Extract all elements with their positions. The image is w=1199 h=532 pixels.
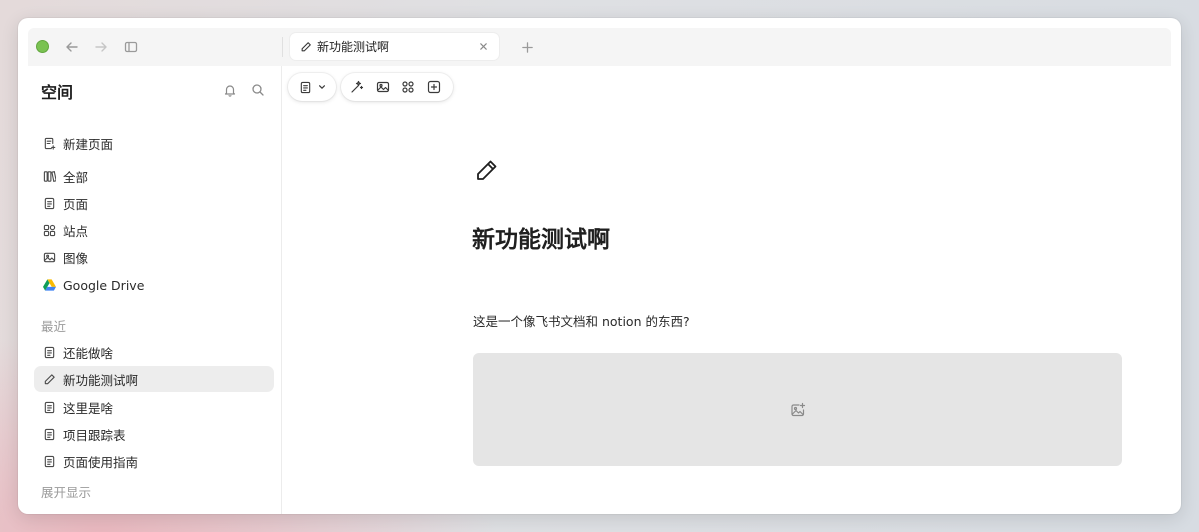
pencil-icon	[301, 41, 311, 51]
document-icon	[42, 196, 56, 210]
tab-active-page[interactable]: 新功能测试啊	[290, 33, 499, 60]
recent-item-label: 页面使用指南	[63, 454, 139, 470]
search-button[interactable]	[249, 81, 267, 99]
titlebar-divider	[282, 37, 283, 57]
sidebar-item-label: 图像	[63, 250, 89, 266]
bell-icon	[224, 85, 236, 97]
magic-wand-icon	[351, 80, 363, 93]
recent-item-label: 这里是啥	[63, 400, 114, 416]
sidebar-item-label: 全部	[63, 169, 89, 185]
recent-item-label: 项目跟踪表	[63, 427, 126, 443]
recent-item-active[interactable]: 新功能测试啊	[34, 366, 274, 392]
arrow-left-icon	[66, 42, 78, 52]
insert-toolbar	[341, 73, 453, 101]
tab-close-button[interactable]	[476, 39, 491, 54]
google-drive-icon	[42, 278, 56, 292]
document-icon	[42, 454, 56, 468]
sidebar-item-google-drive[interactable]: Google Drive	[34, 272, 274, 298]
new-tab-button[interactable]	[517, 37, 537, 57]
document-icon	[294, 76, 316, 98]
plus-icon	[521, 41, 533, 53]
toggle-sidebar-button[interactable]	[121, 37, 141, 57]
image-placeholder-block[interactable]	[473, 353, 1122, 466]
expand-more-button[interactable]: 展开显示	[41, 482, 91, 501]
window-traffic-light[interactable]	[36, 40, 49, 53]
recent-item[interactable]: 这里是啥	[34, 394, 274, 420]
page-title[interactable]: 新功能测试啊	[472, 220, 610, 254]
sidebar-item-sites[interactable]: 站点	[34, 217, 274, 243]
sidebar-item-images[interactable]: 图像	[34, 244, 274, 270]
search-icon	[252, 84, 264, 96]
sidebar-item-label: Google Drive	[63, 277, 145, 293]
magic-wand-button[interactable]	[347, 76, 367, 98]
tab-title: 新功能测试啊	[317, 40, 390, 54]
insert-image-button[interactable]	[373, 76, 393, 98]
sidebar-item-label: 页面	[63, 196, 89, 212]
add-image-icon	[790, 402, 805, 416]
insert-block-button[interactable]	[424, 76, 444, 98]
chevron-down-icon	[318, 83, 326, 91]
title-bar: 新功能测试啊	[28, 28, 1171, 66]
document-icon	[42, 345, 56, 359]
recent-item[interactable]: 还能做啥	[34, 339, 274, 365]
recent-item[interactable]: 项目跟踪表	[34, 421, 274, 447]
recent-item-label: 还能做啥	[63, 345, 114, 361]
library-icon	[42, 169, 56, 183]
sidebar-item-pages[interactable]: 页面	[34, 190, 274, 216]
new-page-icon	[42, 136, 56, 150]
recent-item-label: 新功能测试啊	[63, 372, 139, 388]
document-icon	[42, 400, 56, 414]
page-emoji-icon[interactable]	[473, 158, 501, 186]
sidebar-icon	[124, 41, 138, 53]
page-editor: 新功能测试啊 这是一个像飞书文档和 notion 的东西?	[283, 66, 1171, 514]
new-page-label: 新建页面	[63, 136, 114, 152]
image-icon	[42, 250, 56, 264]
plus-square-icon	[428, 80, 441, 94]
grid-icon	[42, 223, 56, 237]
forward-button[interactable]	[91, 37, 111, 57]
sidebar-item-label: 站点	[63, 223, 89, 239]
apps-icon	[402, 81, 414, 93]
sidebar-title: 空间	[41, 83, 74, 102]
insert-app-button[interactable]	[399, 76, 419, 98]
sidebar: 空间 新建页面 全部 页面 站点 图像 Google Drive 最近 还能做啥…	[28, 66, 282, 514]
new-page-button[interactable]: 新建页面	[34, 130, 274, 156]
page-type-selector[interactable]	[288, 73, 336, 101]
page-paragraph[interactable]: 这是一个像飞书文档和 notion 的东西?	[473, 311, 690, 330]
sidebar-item-all[interactable]: 全部	[34, 163, 274, 189]
close-icon	[480, 43, 487, 50]
notifications-button[interactable]	[221, 81, 239, 99]
pencil-icon	[42, 372, 56, 386]
arrow-right-icon	[95, 42, 107, 52]
image-icon	[376, 81, 389, 93]
pencil-icon	[477, 160, 497, 180]
document-icon	[42, 427, 56, 441]
app-window: 新功能测试啊 空间 新建页面 全部 页面 站点 图像 Google Drive …	[18, 18, 1181, 514]
recent-item[interactable]: 页面使用指南	[34, 448, 274, 474]
back-button[interactable]	[62, 37, 82, 57]
recent-section-title: 最近	[41, 319, 67, 334]
